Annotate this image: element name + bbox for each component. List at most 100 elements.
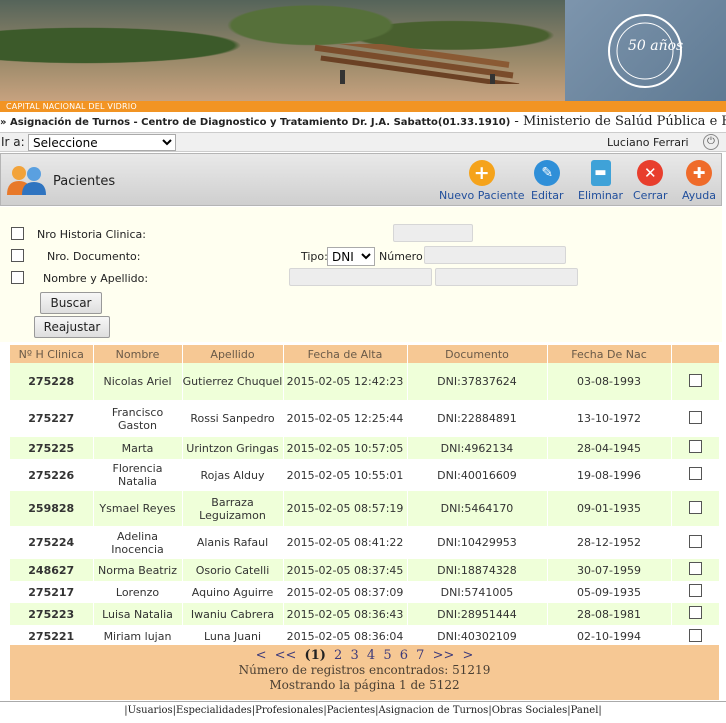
footer-link-profesionales[interactable]: Profesionales <box>255 705 323 716</box>
cell-nombre: Adelina Inocencia <box>93 526 183 559</box>
cell-alta: 2015-02-05 10:55:01 <box>283 459 408 491</box>
row-checkbox[interactable] <box>688 534 702 548</box>
historia-input[interactable] <box>393 224 473 242</box>
table-row[interactable]: 248627 Norma Beatriz Osorio Catelli 2015-02… <box>10 559 720 581</box>
cell-hc: 275226 <box>10 459 94 491</box>
footer-link-turnos[interactable]: Asignacion de Turnos <box>379 705 489 716</box>
row-checkbox[interactable] <box>688 584 702 597</box>
header-apellido[interactable]: Apellido <box>182 345 284 363</box>
cell-alta: 2015-02-05 12:25:44 <box>283 400 408 437</box>
table-row[interactable]: 275226 Florencia Natalia Rojas Alduy 2015-0… <box>10 459 720 491</box>
cell-select <box>671 559 720 581</box>
cell-nac: 03-08-1993 <box>547 363 672 400</box>
row-checkbox[interactable] <box>688 562 702 575</box>
first-page-link[interactable]: < <box>256 648 267 663</box>
cell-nombre: Ysmael Reyes <box>93 491 183 526</box>
help-button[interactable]: ✚ Ayuda <box>682 160 716 202</box>
plus-icon: + <box>468 160 495 186</box>
footer-link-especialidades[interactable]: Especialidades <box>176 705 252 716</box>
cell-select <box>671 363 720 400</box>
documento-checkbox[interactable] <box>11 249 24 262</box>
user-name: Luciano Ferrari <box>607 136 689 149</box>
delete-label: Eliminar <box>578 189 624 202</box>
nombre-input[interactable] <box>289 268 432 286</box>
cell-doc: DNI:5741005 <box>407 581 548 603</box>
row-checkbox[interactable] <box>688 440 702 453</box>
cell-doc: DNI:18874328 <box>407 559 548 581</box>
logout-power-icon[interactable]: ⏻ <box>703 134 719 150</box>
historia-checkbox[interactable] <box>11 227 24 240</box>
table-row[interactable]: 259828 Ysmael Reyes Barraza Leguizamon 2015… <box>10 491 720 526</box>
current-page: (1) <box>304 648 326 663</box>
apellido-input[interactable] <box>435 268 578 286</box>
edit-button[interactable]: ✎ Editar <box>531 160 564 202</box>
page-link[interactable]: 7 <box>416 648 424 663</box>
header-hc[interactable]: Nº H Clinica <box>10 345 94 363</box>
records-count: Número de registros encontrados: 51219 <box>238 663 491 677</box>
last-page-link[interactable]: > <box>463 648 474 663</box>
cell-select <box>671 491 720 526</box>
table-row[interactable]: 275227 Francisco Gaston Rossi Sanpedro 2015… <box>10 400 720 437</box>
page-link[interactable]: 2 <box>334 648 342 663</box>
cell-doc: DNI:37837624 <box>407 363 548 400</box>
page-link[interactable]: 5 <box>383 648 391 663</box>
cell-hc: 248627 <box>10 559 94 581</box>
page-link[interactable]: 4 <box>367 648 375 663</box>
header-alta[interactable]: Fecha de Alta <box>283 345 408 363</box>
cell-doc: DNI:4962134 <box>407 437 548 459</box>
table-row[interactable]: 275217 Lorenzo Aquino Aguirre 2015-02-05 08… <box>10 581 720 603</box>
prev-page-link[interactable]: << <box>275 648 297 663</box>
row-checkbox[interactable] <box>688 628 702 642</box>
reset-button[interactable]: Reajustar <box>34 316 110 338</box>
cell-nac: 28-12-1952 <box>547 526 672 559</box>
goto-select[interactable]: Seleccione <box>28 134 176 151</box>
cell-hc: 275227 <box>10 400 94 437</box>
table-row[interactable]: 275223 Luisa Natalia Iwaniu Cabrera 2015-02… <box>10 603 720 625</box>
cell-select <box>671 400 720 437</box>
cell-apellido: Gutierrez Chuquel <box>182 363 284 400</box>
nombre-checkbox[interactable] <box>11 271 24 284</box>
cell-select <box>671 581 720 603</box>
edit-label: Editar <box>531 189 564 202</box>
page-link[interactable]: 6 <box>400 648 408 663</box>
row-checkbox[interactable] <box>688 373 702 387</box>
row-checkbox[interactable] <box>688 500 702 514</box>
lifebuoy-icon: ✚ <box>685 160 712 186</box>
search-button[interactable]: Buscar <box>40 292 102 314</box>
cell-nac: 13-10-1972 <box>547 400 672 437</box>
cell-alta: 2015-02-05 08:37:45 <box>283 559 408 581</box>
numero-input[interactable] <box>424 246 566 264</box>
cell-apellido: Aquino Aguirre <box>182 581 284 603</box>
footer-link-panel[interactable]: Panel <box>571 705 599 716</box>
cell-alta: 2015-02-05 12:42:23 <box>283 363 408 400</box>
close-icon: ✕ <box>637 160 664 186</box>
header-documento[interactable]: Documento <box>407 345 548 363</box>
title-arrow: » <box>0 117 7 128</box>
footer-link-obras-sociales[interactable]: Obras Sociales <box>492 705 568 716</box>
close-label: Cerrar <box>633 189 668 202</box>
table-row[interactable]: 275224 Adelina Inocencia Alanis Rafaul 2015… <box>10 526 720 559</box>
patients-table: Nº H Clinica Nombre Apellido Fecha de Al… <box>10 345 720 648</box>
table-row[interactable]: 275228 Nicolas Ariel Gutierrez Chuquel 2015… <box>10 363 720 400</box>
footer-link-pacientes[interactable]: Pacientes <box>327 705 375 716</box>
cell-nombre: Luisa Natalia <box>93 603 183 625</box>
row-checkbox[interactable] <box>688 410 702 424</box>
next-page-link[interactable]: >> <box>433 648 455 663</box>
cell-apellido: Iwaniu Cabrera <box>182 603 284 625</box>
bench-image <box>310 44 520 84</box>
cell-hc: 259828 <box>10 491 94 526</box>
patients-icon <box>7 166 46 195</box>
close-button[interactable]: ✕ Cerrar <box>633 160 668 202</box>
row-checkbox[interactable] <box>688 467 702 480</box>
delete-button[interactable]: ▬ Eliminar <box>578 160 623 202</box>
footer-link-usuarios[interactable]: Usuarios <box>128 705 173 716</box>
header-nac[interactable]: Fecha De Nac <box>547 345 672 363</box>
cell-nac: 05-09-1935 <box>547 581 672 603</box>
table-row[interactable]: 275225 Marta Urintzon Gringas 2015-02-05 10… <box>10 437 720 459</box>
page-link[interactable]: 3 <box>350 648 358 663</box>
new-patient-button[interactable]: + Nuevo Paciente <box>439 160 525 202</box>
tipo-select[interactable]: DNI <box>327 247 375 266</box>
row-checkbox[interactable] <box>688 606 702 619</box>
pencil-icon: ✎ <box>534 160 561 186</box>
header-nombre[interactable]: Nombre <box>93 345 183 363</box>
